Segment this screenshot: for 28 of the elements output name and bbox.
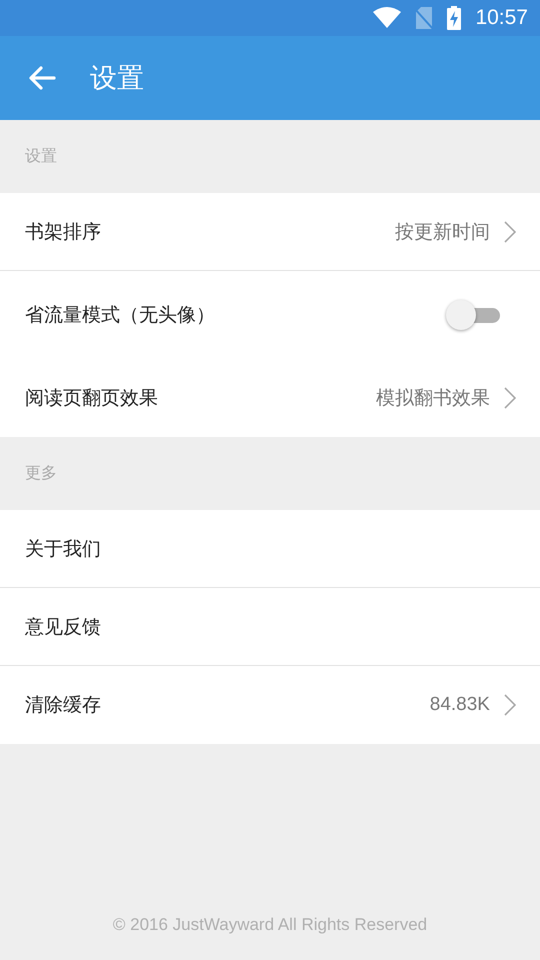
settings-row[interactable]: 省流量模式（无头像） — [0, 271, 540, 359]
wifi-icon — [373, 7, 402, 29]
status-time: 10:57 — [475, 6, 528, 30]
row-label: 省流量模式（无头像） — [25, 303, 216, 328]
row-label: 书架排序 — [25, 220, 102, 244]
battery-charging-icon — [447, 6, 462, 30]
no-sim-icon — [415, 6, 434, 30]
page-title: 设置 — [90, 62, 144, 96]
toggle-switch[interactable] — [446, 300, 500, 330]
row-value: 按更新时间 — [395, 220, 490, 244]
settings-row[interactable]: 关于我们 — [0, 510, 540, 588]
row-label: 阅读页翻页效果 — [25, 386, 159, 411]
copyright-text: © 2016 JustWayward All Rights Reserved — [112, 915, 428, 936]
row-label: 关于我们 — [25, 536, 102, 562]
section-header: 更多 — [24, 462, 58, 484]
settings-row[interactable]: 意见反馈 — [0, 588, 540, 666]
chevron-right-icon — [504, 694, 516, 716]
settings-row[interactable]: 清除缓存 84.83K — [0, 666, 540, 744]
section-header: 设置 — [24, 145, 58, 167]
back-arrow-icon — [28, 66, 56, 90]
row-value: 84.83K — [430, 694, 490, 716]
row-label: 意见反馈 — [25, 614, 102, 640]
chevron-right-icon — [504, 220, 516, 242]
settings-row[interactable]: 书架排序 按更新时间 — [0, 193, 540, 271]
row-label: 清除缓存 — [25, 693, 102, 718]
settings-row[interactable]: 阅读页翻页效果 模拟翻书效果 — [0, 359, 540, 437]
row-value: 模拟翻书效果 — [376, 387, 490, 411]
chevron-right-icon — [504, 387, 516, 409]
